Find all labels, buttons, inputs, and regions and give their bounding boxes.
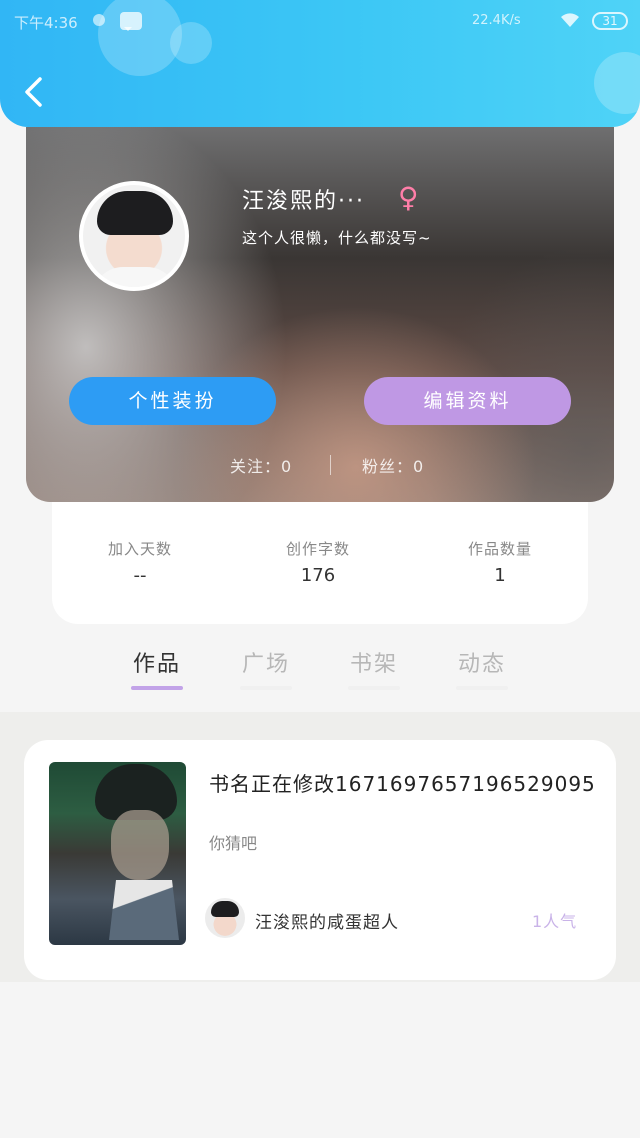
followers-count[interactable]: 粉丝：0 [362,453,424,477]
top-header: 下午4:36 22.4K/s 31 [0,0,640,127]
message-icon [120,12,142,31]
stat-label: 创作字数 [285,540,350,558]
divider [330,455,331,475]
book-cover[interactable] [49,762,186,945]
username: 汪浚熙的··· [242,189,365,214]
edit-profile-button[interactable]: 编辑资料 [364,377,571,425]
cover-collar [109,880,179,940]
tab-underline [456,686,508,690]
tab-underline-active [131,686,183,690]
work-title[interactable]: 书名正在修改1671697657196529095 [209,768,596,797]
wifi-icon [561,13,579,27]
avatar-shirt [93,267,177,287]
stats-card: 加入天数 -- 创作字数 176 作品数量 1 [52,490,588,624]
popularity-count: 1人气 [532,912,578,931]
author-avatar-hair [211,901,239,917]
tab-activity[interactable]: 动态 [442,646,522,678]
battery-icon: 31 [592,12,628,30]
tab-works[interactable]: 作品 [117,646,197,678]
work-card[interactable]: 书名正在修改1671697657196529095 你猜吧 汪浚熙的咸蛋超人 1… [24,740,616,980]
avatar-hair [97,191,173,235]
cover-face [111,810,169,880]
stat-works-count: 作品数量 1 [430,538,570,586]
avatar[interactable] [79,181,189,291]
tab-underline [240,686,292,690]
dress-up-button[interactable]: 个性装扮 [69,377,276,425]
stat-value: 176 [300,565,336,586]
works-list: 书名正在修改1671697657196529095 你猜吧 汪浚熙的咸蛋超人 1… [0,712,640,982]
follow-stats: 关注：0 粉丝：0 [26,453,614,477]
status-bar: 下午4:36 22.4K/s 31 [0,0,640,44]
tab-square[interactable]: 广场 [226,646,306,678]
following-count[interactable]: 关注：0 [230,453,292,477]
profile-card: 汪浚熙的··· ♀ 这个人很懒，什么都没写~ 个性装扮 编辑资料 关注：0 粉丝… [26,127,614,502]
author-name[interactable]: 汪浚熙的咸蛋超人 [255,908,399,933]
tab-bar: 作品 广场 书架 动态 [0,640,640,700]
stat-word-count: 创作字数 176 [248,538,388,586]
stat-join-days: 加入天数 -- [70,538,210,586]
decorative-bubble [594,52,640,114]
chevron-left-icon[interactable] [22,76,46,108]
stat-label: 加入天数 [107,540,172,558]
tab-underline [348,686,400,690]
author-avatar[interactable] [205,898,245,938]
stat-value: -- [133,565,147,586]
tab-bookshelf[interactable]: 书架 [334,646,414,678]
network-speed: 22.4K/s [472,13,521,28]
bio-text: 这个人很懒，什么都没写~ [242,229,432,247]
status-time: 下午4:36 [14,14,78,32]
female-icon: ♀ [398,181,419,214]
stat-label: 作品数量 [467,540,532,558]
notification-icon [93,14,105,26]
stat-value: 1 [494,565,506,586]
work-description: 你猜吧 [209,834,258,853]
